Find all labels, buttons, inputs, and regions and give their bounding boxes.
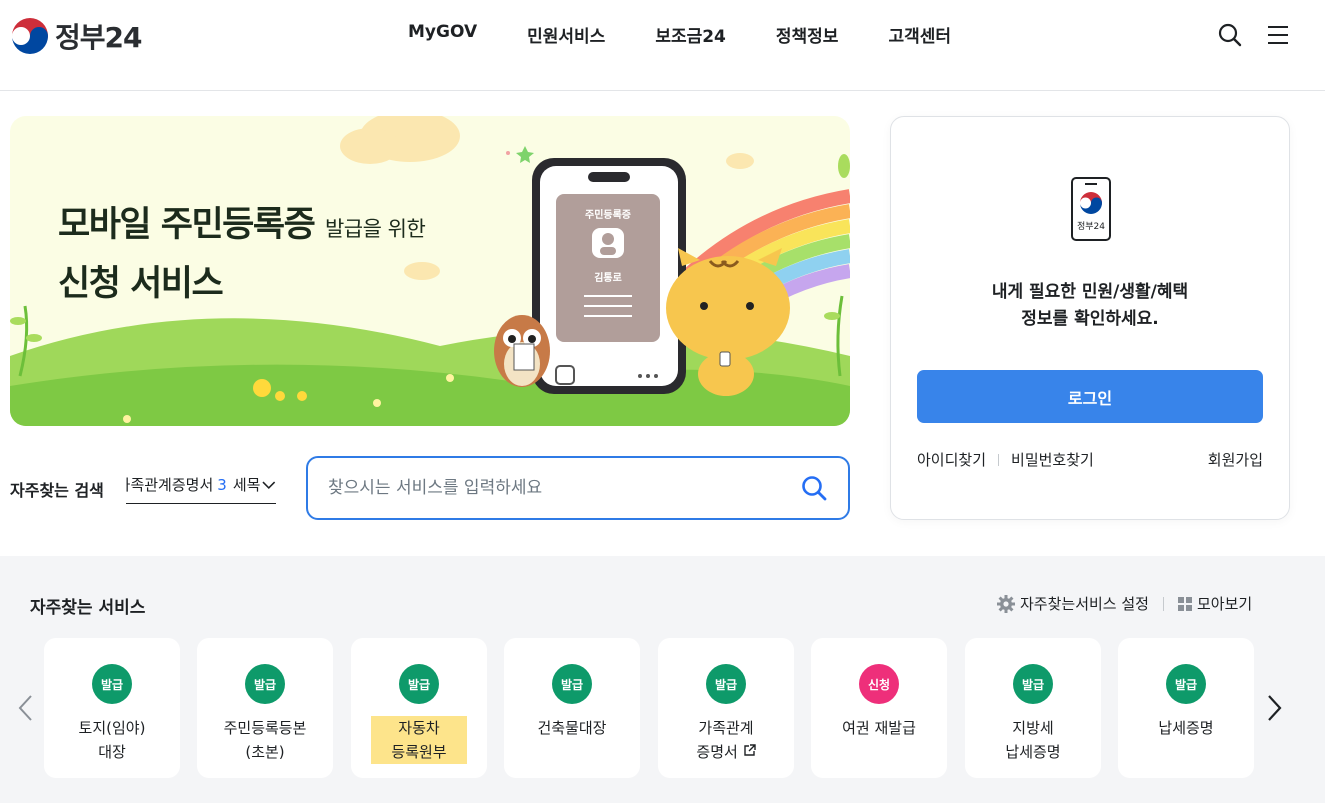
site-header: 정부24 MyGOV 민원서비스 보조금24 정책정보 고객센터	[0, 0, 1325, 91]
banner-card-name: 김통로	[594, 273, 622, 284]
promo-banner[interactable]: 모바일 주민등록증 발급을 위한 신청 서비스 주민등록증 김통로	[10, 116, 850, 426]
search-box	[306, 456, 850, 520]
grid-icon	[1177, 596, 1192, 611]
issue-badge: 발급	[1013, 664, 1053, 704]
search-icon[interactable]	[1217, 22, 1243, 48]
service-name-line1: 건축물대장	[537, 719, 607, 737]
services-toolbar: 자주찾는서비스 설정 모아보기	[997, 593, 1252, 614]
frequent-services-title: 자주찾는 서비스	[30, 598, 146, 618]
services-settings-label: 자주찾는서비스 설정	[1020, 595, 1149, 613]
login-button[interactable]: 로그인	[917, 370, 1263, 423]
service-name-line1: 주민등록등본	[223, 719, 307, 737]
service-card-local-tax-certificate[interactable]: 발급 지방세 납세증명	[965, 638, 1101, 778]
view-all-button[interactable]: 모아보기	[1177, 593, 1253, 614]
search-input[interactable]	[328, 458, 788, 518]
service-name-line2: (초본)	[245, 743, 285, 761]
service-card-tax-certificate[interactable]: 발급 납세증명	[1118, 638, 1254, 778]
issue-badge: 발급	[706, 664, 746, 704]
issue-badge: 발급	[245, 664, 285, 704]
signup-link[interactable]: 회원가입	[1208, 449, 1263, 470]
rolling-keyword-next[interactable]: 세목	[233, 474, 261, 495]
nav-policy-info[interactable]: 정책정보	[776, 22, 839, 47]
issue-badge: 발급	[552, 664, 592, 704]
service-name-line1: 여권 재발급	[842, 719, 916, 737]
login-card: 정부24 내게 필요한 민원/생활/혜택 정보를 확인하세요. 로그인 아이디찾…	[890, 116, 1290, 520]
service-card-passport-reissue[interactable]: 신청 여권 재발급	[811, 638, 947, 778]
nav-mygov[interactable]: MyGOV	[408, 22, 477, 47]
service-name: 지방세 납세증명	[965, 716, 1101, 764]
service-card-family-certificate[interactable]: 발급 가족관계 증명서	[658, 638, 794, 778]
rolling-keywords[interactable]: 가족관계증명서 3 세목	[126, 466, 276, 504]
issue-badge: 발급	[399, 664, 439, 704]
rolling-keyword[interactable]: 가족관계증명서	[126, 474, 213, 495]
find-id-link[interactable]: 아이디찾기	[917, 449, 986, 470]
service-card-vehicle-register[interactable]: 발급 자동차 등록원부	[351, 638, 487, 778]
service-card-resident-registration[interactable]: 발급 주민등록등본 (초본)	[197, 638, 333, 778]
banner-title: 모바일 주민등록증 발급을 위한 신청 서비스	[58, 198, 426, 312]
service-name: 납세증명	[1118, 716, 1254, 740]
banner-title-line1: 모바일 주민등록증	[58, 205, 316, 245]
service-name: 토지(임야) 대장	[44, 716, 180, 764]
apply-badge: 신청	[859, 664, 899, 704]
chevron-left-icon[interactable]	[16, 693, 36, 723]
nav-civil-service[interactable]: 민원서비스	[527, 22, 605, 47]
login-message-line2: 정보를 확인하세요.	[1021, 309, 1159, 329]
service-name: 자동차 등록원부	[351, 716, 487, 764]
service-name: 건축물대장	[504, 716, 640, 740]
banner-card-title: 주민등록증	[585, 210, 631, 221]
services-settings-button[interactable]: 자주찾는서비스 설정	[997, 593, 1149, 614]
service-name-line2: 대장	[98, 743, 126, 761]
frequent-services-section: 자주찾는 서비스 자주찾는서비스 설정 모아보기 발급 토지(임야) 대장 발급…	[0, 556, 1325, 803]
service-name-line2-wrap: 증명서	[658, 740, 794, 764]
service-name-line1: 납세증명	[1158, 719, 1214, 737]
issue-badge: 발급	[1166, 664, 1206, 704]
logo-text: 정부24	[55, 21, 142, 54]
issue-badge: 발급	[92, 664, 132, 704]
find-password-link[interactable]: 비밀번호찾기	[1011, 449, 1094, 470]
chevron-down-icon[interactable]	[262, 480, 276, 490]
nav-subsidy24[interactable]: 보조금24	[655, 22, 726, 47]
service-name: 주민등록등본 (초본)	[197, 716, 333, 764]
login-message: 내게 필요한 민원/생활/혜택 정보를 확인하세요.	[891, 279, 1289, 333]
highlighted-service-name: 자동차 등록원부	[371, 716, 467, 764]
external-link-icon	[743, 744, 756, 756]
search-icon[interactable]	[800, 474, 828, 502]
mobile-logo-caption: 정부24	[1076, 222, 1105, 232]
login-links: 아이디찾기 비밀번호찾기	[917, 449, 1094, 470]
view-all-label: 모아보기	[1196, 595, 1253, 613]
toolbar-divider	[1162, 596, 1164, 611]
service-card-land-register[interactable]: 발급 토지(임야) 대장	[44, 638, 180, 778]
gear-icon	[997, 594, 1015, 613]
service-name-line2: 등록원부	[391, 743, 447, 761]
banner-title-line2: 신청 서비스	[58, 264, 224, 304]
service-name-line2: 납세증명	[1005, 743, 1061, 761]
service-name-line1: 자동차	[398, 719, 440, 737]
nav-customer-center[interactable]: 고객센터	[888, 22, 951, 47]
service-name: 여권 재발급	[811, 716, 947, 740]
chevron-right-icon[interactable]	[1264, 693, 1284, 723]
service-card-building-register[interactable]: 발급 건축물대장	[504, 638, 640, 778]
login-message-line1: 내게 필요한 민원/생활/혜택	[991, 282, 1189, 302]
frequent-search-label: 자주찾는 검색	[10, 481, 104, 500]
service-name-line1: 가족관계	[698, 719, 754, 737]
service-name-line1: 지방세	[1012, 719, 1054, 737]
site-logo[interactable]: 정부24	[11, 16, 142, 56]
banner-title-small: 발급을 위한	[324, 217, 426, 241]
menu-icon[interactable]	[1265, 22, 1291, 48]
main-nav: MyGOV 민원서비스 보조금24 정책정보 고객센터	[408, 22, 1001, 47]
service-name: 가족관계 증명서	[658, 716, 794, 764]
rolling-rank: 3	[217, 475, 227, 494]
service-name-line2: 증명서	[696, 743, 738, 761]
taegeuk-icon	[11, 17, 49, 55]
service-name-line1: 토지(임야)	[78, 719, 146, 737]
link-divider	[998, 453, 1000, 466]
